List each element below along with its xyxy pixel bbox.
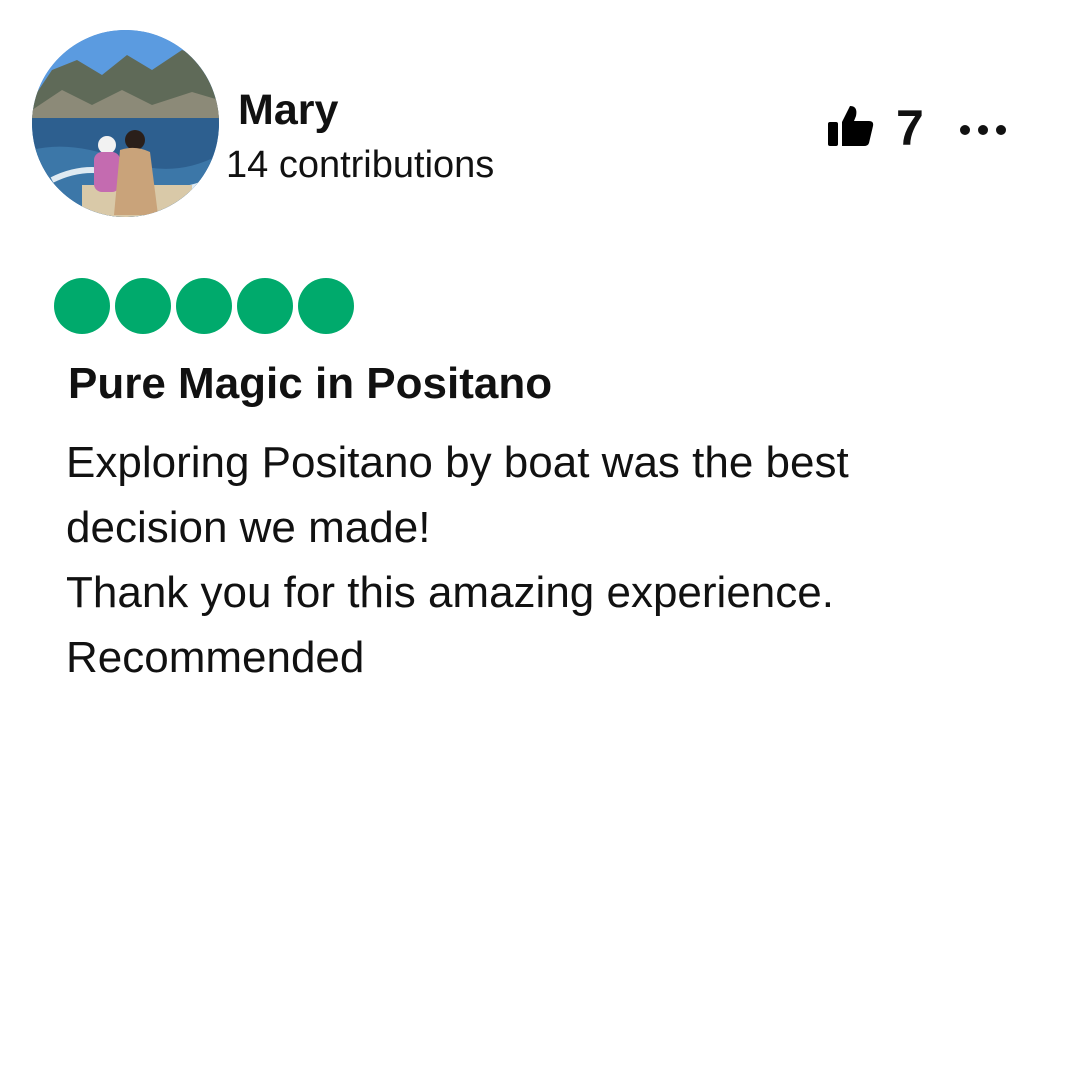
- review-title: Pure Magic in Positano: [68, 359, 553, 408]
- review-line: Exploring Positano by boat was the best: [66, 438, 849, 487]
- review-line: Thank you for this amazing experience.: [66, 568, 834, 617]
- review-line: Recommended: [66, 633, 365, 682]
- like-count: 7: [896, 100, 924, 156]
- thumbs-up-icon[interactable]: [828, 104, 874, 148]
- rating-bubbles: [54, 278, 354, 334]
- rating-bubble: [115, 278, 171, 334]
- review-line: decision we made!: [66, 503, 431, 552]
- rating-bubble: [54, 278, 110, 334]
- avatar[interactable]: [32, 30, 219, 217]
- avatar-photo: [32, 30, 219, 217]
- review-body: Exploring Positano by boat was the best …: [66, 430, 1026, 690]
- rating-bubble: [298, 278, 354, 334]
- user-name[interactable]: Mary: [238, 84, 338, 136]
- rating-bubble: [176, 278, 232, 334]
- contributions-count: 14 contributions: [226, 144, 495, 186]
- rating-bubble: [237, 278, 293, 334]
- more-options-icon[interactable]: [955, 120, 1011, 140]
